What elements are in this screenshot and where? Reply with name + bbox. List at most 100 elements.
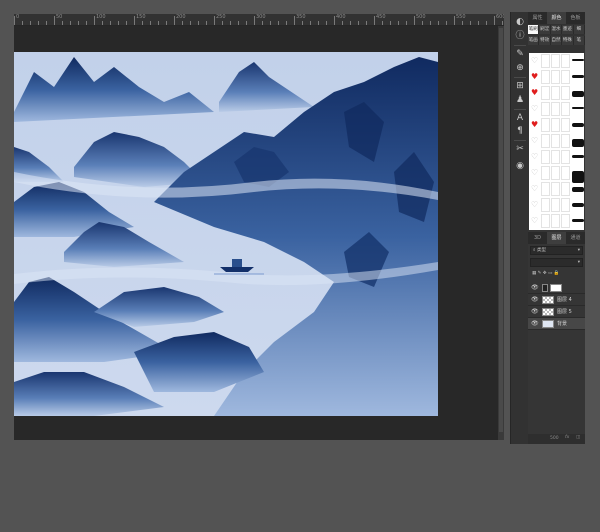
brush-preset-cell[interactable] [561,166,570,180]
tab-color[interactable]: 颜色 [547,12,566,24]
brush-preset-cell[interactable] [561,134,570,148]
brush-tab-6[interactable]: 笔画 [528,36,540,45]
info-icon[interactable]: ⓘ [514,30,526,42]
brush-preset-cell[interactable] [561,54,570,68]
favorite-heart-icon[interactable]: ♡ [531,105,538,113]
favorite-heart-icon[interactable]: ♡ [531,137,538,145]
tab-swatches[interactable]: 色板 [566,12,585,24]
ruler-tick [462,21,463,25]
brush-preset-cell[interactable] [541,214,550,228]
brush-stroke-preview [572,59,584,61]
layer-kind-filter[interactable]: ⌕ 类型 ▾ [530,246,583,255]
ruler-tick [254,16,255,25]
favorite-heart-icon[interactable]: ♡ [531,185,538,193]
brush-tab-1[interactable]: 笔刷 [528,25,540,34]
brush-preset-grid[interactable]: ♡ ♥ ♥ ♡ ♥ ♡ ♡ ♡ ♡ ♡ ♡ [529,53,584,231]
brush-tab-5[interactable]: 细 [574,25,586,34]
eye-icon[interactable]: 👁 [531,320,539,327]
brush-tab-4[interactable]: 墨迹 [562,25,574,34]
brush-preset-cell[interactable] [551,150,560,164]
layer-row[interactable]: 👁 [528,282,585,294]
brush-tab-10[interactable]: 笔 [574,36,586,45]
layers-panel: 3D 图层 通道 ⌕ 类型 ▾ ▾ ▦ ✎ ✥ ▭ 🔒 👁 👁 图层 4 👁 图层 [528,230,585,444]
layer-row[interactable]: 👁 图层 5 [528,306,585,318]
eye-icon[interactable]: 👁 [531,296,539,303]
brush-preset-cell[interactable] [541,86,550,100]
brush-preset-cell[interactable] [541,102,550,116]
history-icon[interactable]: ⊞ [514,80,526,92]
brush-preset-cell[interactable] [541,150,550,164]
layer-row-selected[interactable]: 👁 背景 [528,318,585,330]
eye-icon[interactable]: 👁 [531,284,539,291]
brush-tab-3[interactable]: 湿水 [551,25,563,34]
brush-tab-7[interactable]: 特效 [539,36,551,45]
document-canvas[interactable] [14,52,438,416]
brush-preset-cell[interactable] [551,166,560,180]
brush-preset-cell[interactable] [551,182,560,196]
brush-tool-icon[interactable]: ✎ [514,48,526,60]
timeline-icon[interactable]: ◉ [514,160,526,172]
brush-preset-cell[interactable] [561,86,570,100]
ruler-tick [502,21,503,25]
tab-3d[interactable]: 3D [528,232,547,244]
ruler-tick [414,16,415,25]
favorite-heart-icon[interactable]: ♡ [531,153,538,161]
brush-preset-cell[interactable] [541,182,550,196]
chevron-down-icon: ▾ [577,260,580,265]
ruler-tick [134,16,135,25]
favorite-heart-icon[interactable]: ♡ [531,217,538,225]
brush-preset-cell[interactable] [561,198,570,212]
brush-preset-cell[interactable] [541,134,550,148]
brush-preset-cell[interactable] [551,102,560,116]
brush-preset-cell[interactable] [541,166,550,180]
brush-preset-cell[interactable] [551,86,560,100]
transform-icon[interactable]: ✂ [514,143,526,155]
brush-preset-cell[interactable] [541,198,550,212]
favorite-heart-icon[interactable]: ♥ [531,89,538,97]
character-icon[interactable]: A [514,112,526,124]
tab-layers[interactable]: 图层 [547,232,566,244]
brush-stroke-preview [572,187,584,192]
people-icon[interactable]: ♟ [514,94,526,106]
blend-mode-dropdown[interactable]: ▾ [530,258,583,267]
brush-preset-cell[interactable] [551,70,560,84]
tab-properties[interactable]: 属性 [528,12,547,24]
favorite-heart-icon[interactable]: ♥ [531,73,538,81]
brush-preset-cell[interactable] [541,118,550,132]
ruler-tick [382,21,383,25]
favorite-heart-icon[interactable]: ♡ [531,201,538,209]
ruler-tick [166,21,167,25]
add-layer-icon[interactable]: ◫ [576,435,580,440]
ruler-tick [246,21,247,25]
adjustment-icon[interactable]: ◐ [514,16,526,28]
fx-icon[interactable]: fx [565,435,569,440]
brush-tab-8[interactable]: 自然 [551,36,563,45]
favorite-heart-icon[interactable]: ♡ [531,57,538,65]
brush-preset-cell[interactable] [551,118,560,132]
brush-preset-cell[interactable] [561,70,570,84]
favorite-heart-icon[interactable]: ♡ [531,169,538,177]
brush-preset-cell[interactable] [561,118,570,132]
brush-tab-2[interactable]: 刷涩 [539,25,551,34]
brush-preset-cell[interactable] [551,214,560,228]
brush-preset-cell[interactable] [551,134,560,148]
tab-channels[interactable]: 通道 [566,232,585,244]
vertical-scrollbar[interactable] [498,26,504,440]
paragraph-icon[interactable]: ¶ [514,125,526,137]
brush-tab-9[interactable]: 特殊 [562,36,574,45]
brush-preset-cell[interactable] [541,70,550,84]
brush-preset-cell[interactable] [561,214,570,228]
scrollbar-thumb[interactable] [499,28,503,432]
brush-preset-cell[interactable] [561,150,570,164]
layer-row[interactable]: 👁 图层 4 [528,294,585,306]
brush-preset-cell[interactable] [541,54,550,68]
brush-preset-cell[interactable] [561,182,570,196]
brush-preset-cell[interactable] [551,198,560,212]
eye-icon[interactable]: 👁 [531,308,539,315]
ruler-tick [38,21,39,25]
lock-icons[interactable]: ▦ ✎ ✥ ▭ 🔒 [532,271,559,276]
brush-preset-cell[interactable] [551,54,560,68]
clone-stamp-icon[interactable]: ⊕ [514,62,526,74]
favorite-heart-icon[interactable]: ♥ [531,121,538,129]
brush-preset-cell[interactable] [561,102,570,116]
